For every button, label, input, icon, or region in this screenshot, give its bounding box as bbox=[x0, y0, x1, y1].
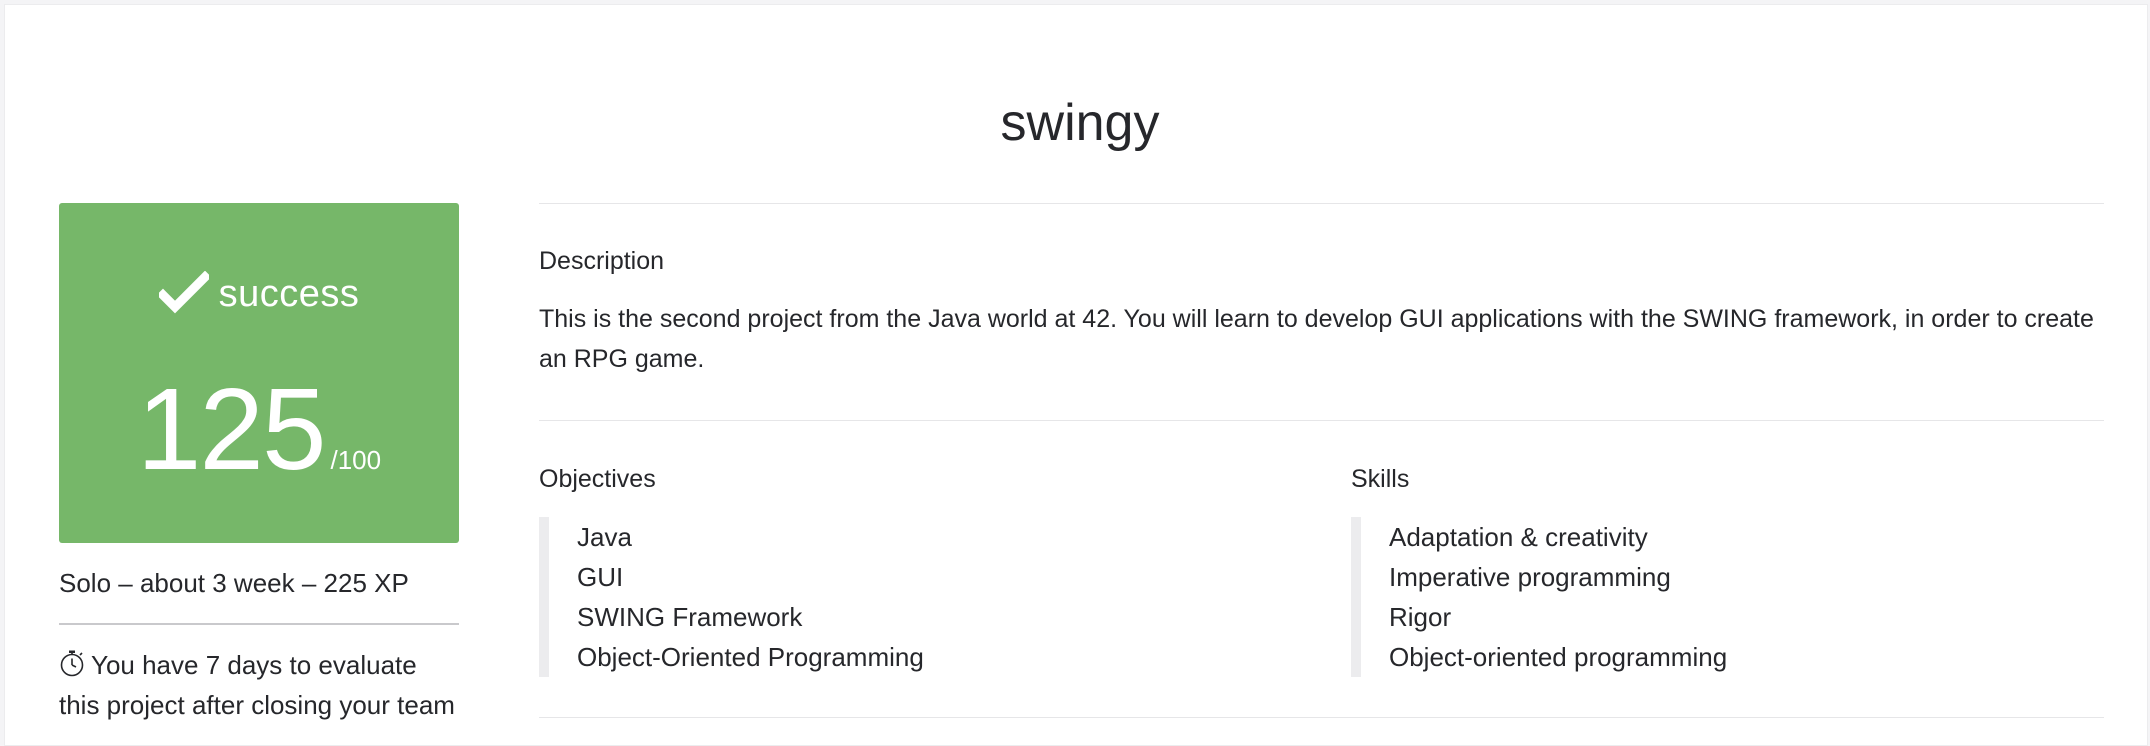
skills-list: Adaptation & creativity Imperative progr… bbox=[1351, 517, 1727, 677]
objectives-label: Objectives bbox=[539, 465, 656, 493]
evaluation-notice: You have 7 days to evaluate this project… bbox=[59, 645, 459, 725]
score-max: /100 bbox=[330, 445, 382, 475]
status-line: success bbox=[59, 270, 459, 317]
title-divider bbox=[539, 203, 2104, 204]
description-divider bbox=[539, 420, 2104, 421]
status-panel: success 125/100 bbox=[59, 203, 459, 543]
score-line: 125/100 bbox=[59, 363, 459, 495]
objective-item: Java bbox=[577, 522, 632, 552]
project-meta: Solo – about 3 week – 225 XP bbox=[59, 568, 409, 598]
objective-item: SWING Framework bbox=[577, 602, 803, 632]
skill-item: Adaptation & creativity bbox=[1389, 522, 1648, 552]
page-title: swingy bbox=[1000, 94, 1160, 152]
skill-item: Imperative programming bbox=[1389, 562, 1671, 592]
stopwatch-icon bbox=[59, 648, 85, 677]
meta-divider bbox=[59, 623, 459, 625]
final-score: 125 bbox=[136, 364, 327, 494]
description-text: This is the second project from the Java… bbox=[539, 305, 2094, 373]
description-label: Description bbox=[539, 247, 665, 275]
section-divider bbox=[539, 717, 2104, 718]
objective-item: Object-Oriented Programming bbox=[577, 642, 924, 672]
skill-item: Object-oriented programming bbox=[1389, 642, 1728, 672]
skill-item: Rigor bbox=[1389, 602, 1452, 632]
project-page: swingy success 125/100 Solo – about 3 we… bbox=[4, 4, 2148, 746]
status-text: success bbox=[218, 273, 360, 315]
check-icon bbox=[156, 270, 211, 317]
skills-label: Skills bbox=[1351, 465, 1410, 493]
objectives-list: Java GUI SWING Framework Object-Oriented… bbox=[539, 517, 924, 677]
evaluation-notice-text: You have 7 days to evaluate this project… bbox=[59, 650, 455, 720]
objective-item: GUI bbox=[577, 562, 624, 592]
